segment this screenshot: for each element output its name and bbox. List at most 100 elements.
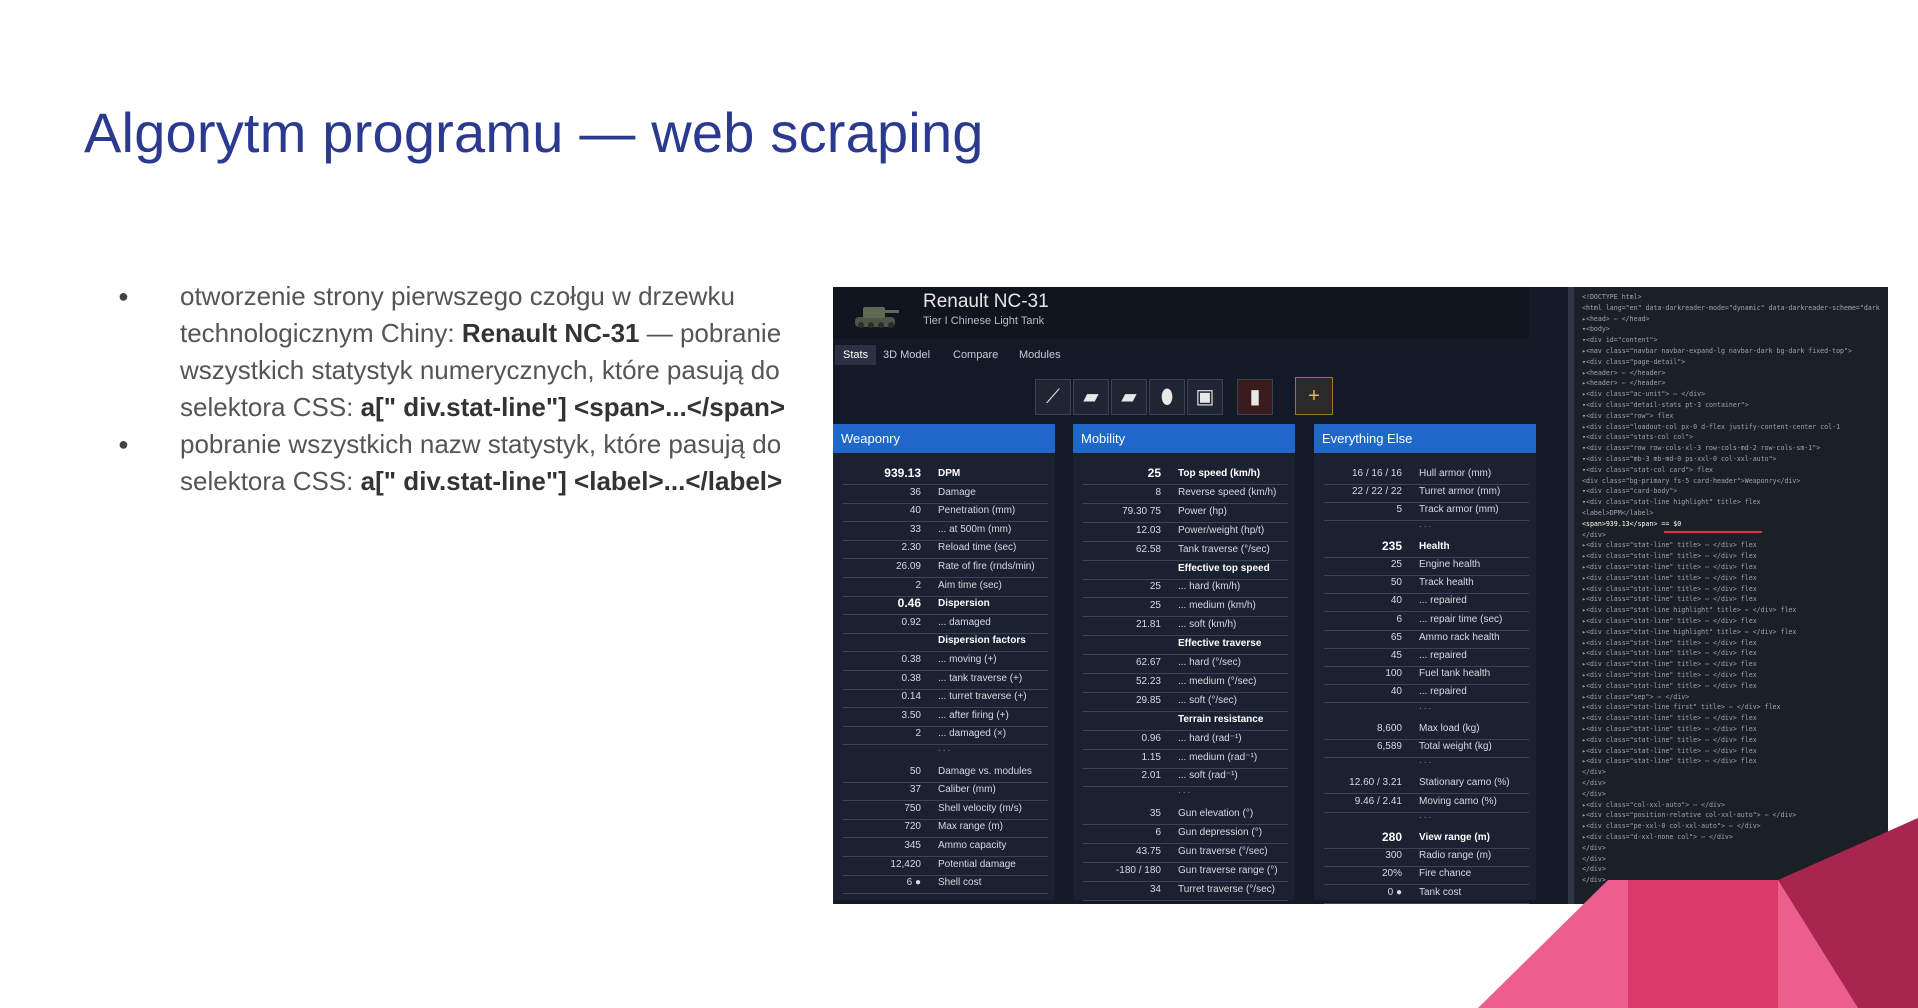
stat-label: Shell velocity (m/s) [938, 802, 1022, 814]
dom-tree-line[interactable]: </div> [1582, 790, 1606, 798]
stat-line: 26.09 Rate of fire (rnds/min) [843, 559, 1048, 578]
dom-tree-line[interactable]: ▸<div class="stat-line highlight" title>… [1582, 628, 1796, 636]
tab-3d-model[interactable]: 3D Model [875, 345, 938, 365]
stat-value: 43.75 [1135, 846, 1161, 857]
stat-separator: ... [843, 743, 1048, 763]
dom-tree-line[interactable]: ▾<div class="page-detail"> [1582, 358, 1685, 366]
stat-label: ... hard (°/sec) [1178, 657, 1241, 668]
stat-label: ... [938, 743, 953, 754]
dom-tree-line[interactable]: ▾<div class="row"> flex [1582, 412, 1673, 420]
stat-value: 8 [1155, 486, 1161, 498]
dom-tree-line[interactable]: ▸<div class="stat-line" title> ⋯ </div> … [1582, 671, 1757, 679]
dom-tree-line[interactable]: ▸<div class="stat-line" title> ⋯ </div> … [1582, 714, 1757, 722]
tab-stats[interactable]: Stats [835, 345, 877, 365]
stat-line: -180 / 180 Gun traverse range (°) [1083, 863, 1288, 882]
shell-he-icon[interactable]: ⬮ [1149, 379, 1185, 415]
stat-value: 235 [1381, 538, 1402, 553]
stat-value: 21.81 [1135, 619, 1161, 631]
stat-label: Potential damage [938, 858, 1016, 870]
dom-tree-line[interactable]: ▸<div class="stat-line first" title> ⋯ <… [1582, 703, 1781, 711]
dom-tree-line[interactable]: ▸<head> ⋯ </head> [1582, 315, 1650, 323]
ap-ammo-icon[interactable]: ▮ [1237, 379, 1273, 415]
dom-tree-line[interactable]: ▸<div class="stat-line" title> ⋯ </div> … [1582, 617, 1757, 625]
tab-bar: Stats 3D Model Compare Modules [833, 342, 1573, 368]
stat-label: Health [1419, 540, 1450, 552]
dom-tree-line[interactable]: <label>DPM</label> [1582, 509, 1653, 517]
dom-tree-line[interactable]: ▸<div class="stat-line" title> ⋯ </div> … [1582, 747, 1757, 755]
dom-tree-line[interactable]: ▸<div class="stat-line" title> ⋯ </div> … [1582, 563, 1757, 571]
dom-tree-line[interactable]: ▾<div class="row row-cols-xl-3 row-cols-… [1582, 444, 1820, 452]
stat-line: Effective traverse [1083, 636, 1288, 656]
tab-modules[interactable]: Modules [1011, 345, 1069, 365]
stat-label: Dispersion [938, 598, 990, 610]
dom-tree-line[interactable]: </div> [1582, 531, 1606, 539]
stat-value: 1.15 [1141, 751, 1161, 763]
stat-value: 8,600 [1376, 722, 1402, 734]
stat-line: 25 ... hard (km/h) [1083, 579, 1288, 599]
dom-tree-line[interactable]: ▸<div class="stat-line" title> ⋯ </div> … [1582, 541, 1757, 549]
dom-tree-line[interactable]: ▸<div class="stat-line" title> ⋯ </div> … [1582, 660, 1757, 668]
dom-tree-line[interactable]: ▸<div class="stat-line" title> ⋯ </div> … [1582, 649, 1757, 657]
dom-tree-line[interactable]: ▸<div class="stat-line" title> ⋯ </div> … [1582, 682, 1757, 690]
stat-label: Damage vs. modules [938, 765, 1032, 777]
stat-line: 29.85 ... soft (°/sec) [1083, 693, 1288, 712]
dom-tree-line[interactable]: <html lang="en" data-darkreader-mode="dy… [1582, 304, 1880, 312]
deco-red-shape [1628, 880, 1778, 1008]
dom-tree-line[interactable]: ▸<div class="stat-line" title> ⋯ </div> … [1582, 552, 1757, 560]
stat-label: Track armor (mm) [1419, 504, 1499, 516]
dom-tree-line[interactable]: ▾<div class="mb-3 mb-md-0 ps-xxl-0 col-x… [1582, 455, 1777, 463]
stat-line: 25 ... medium (km/h) [1083, 598, 1288, 618]
shell-ap-icon[interactable]: ▰ [1073, 379, 1109, 415]
tab-compare[interactable]: Compare [945, 345, 1006, 365]
dom-tree-line[interactable]: <div class="bg-primary fs-5 card-header"… [1582, 477, 1800, 485]
shell-apcr-icon[interactable]: ▰ [1111, 379, 1147, 415]
dom-tree-line[interactable]: ▸<div class="col-xxl-auto"> ⋯ </div> [1582, 801, 1725, 809]
stat-line: 6 ● Shell cost [843, 875, 1048, 895]
dom-tree-line[interactable]: ▸<div class="stat-line" title> ⋯ </div> … [1582, 585, 1757, 593]
dom-tree-line[interactable]: ▸<div class="sep"> ⋯ </div> [1582, 693, 1689, 701]
dom-tree-line[interactable]: ▾<div class="detail-stats pt-3 container… [1582, 401, 1749, 409]
stat-value: 16 / 16 / 16 [1351, 468, 1402, 479]
consumable-icon[interactable]: ▣ [1187, 379, 1223, 415]
dom-tree-line[interactable]: ▸<nav class="navbar navbar-expand-lg nav… [1582, 347, 1852, 355]
dom-tree-line[interactable]: ▸<div class="stat-line" title> ⋯ </div> … [1582, 595, 1757, 603]
dom-tree-line[interactable]: ▸<div class="stat-line" title> ⋯ </div> … [1582, 639, 1757, 647]
dom-tree-line[interactable]: ▾<div class="stat-line highlight" title>… [1582, 498, 1761, 506]
dom-tree-line[interactable]: ▾<div class="stats-col col"> [1582, 433, 1693, 441]
bullet-item-2: pobranie wszystkich nazw statystyk, któr… [118, 426, 808, 500]
stat-value: 0.38 [901, 672, 921, 684]
stat-line: 0.96 ... hard (rad⁻¹) [1083, 731, 1288, 750]
dom-tree-line[interactable]: ▸<div class="stat-line" title> ⋯ </div> … [1582, 736, 1757, 744]
stat-line: 0.46 Dispersion [843, 596, 1048, 616]
dom-tree-line[interactable]: ▾<div class="card-body"> [1582, 487, 1677, 495]
dom-tree-line[interactable]: ▸<div class="stat-line" title> ⋯ </div> … [1582, 725, 1757, 733]
stat-label: ... damaged [938, 616, 991, 628]
dom-tree-line[interactable]: <!DOCTYPE html> [1582, 293, 1642, 301]
dom-tree-line[interactable]: ▸<div class="stat-line" title> ⋯ </div> … [1582, 757, 1757, 765]
dom-tree-line[interactable]: ▾<body> [1582, 325, 1610, 333]
add-equipment-button[interactable]: + [1295, 377, 1333, 415]
dom-tree-line[interactable]: ▸<div class="stat-line" title> ⋯ </div> … [1582, 574, 1757, 582]
dom-tree-line[interactable]: ▸<header> ⋯ </header> [1582, 379, 1665, 387]
stat-line: 45 ... repaired [1324, 648, 1529, 667]
dom-tree-line[interactable]: ▸<div class="stat-line highlight" title>… [1582, 606, 1796, 614]
stat-line: 22 / 22 / 22 Turret armor (mm) [1324, 484, 1529, 504]
dom-tree-line[interactable]: ▸<div class="loadout-col px-0 d-flex jus… [1582, 423, 1840, 431]
stat-label: Gun depression (°) [1178, 827, 1263, 839]
dom-tree-line[interactable]: ▸<div class="ac-unit"> ⋯ </div> [1582, 390, 1705, 398]
stat-line: 8 Reverse speed (km/h) [1083, 485, 1288, 504]
stat-value: 6,589 [1376, 741, 1402, 752]
stat-value: 12.03 [1135, 524, 1161, 536]
stat-line: 50 Damage vs. modules [843, 764, 1048, 783]
dom-tree-line[interactable]: ▸<header> ⋯ </header> [1582, 369, 1665, 377]
dom-tree-line[interactable]: ▾<div class="stat-col card"> flex [1582, 466, 1713, 474]
dom-tree-line[interactable]: </div> [1582, 768, 1606, 776]
gun-icon[interactable]: ⟋ [1035, 379, 1071, 415]
stat-value: 2.01 [1141, 770, 1161, 782]
slide-title: Algorytm programu — web scraping [84, 101, 984, 164]
dom-tree-line[interactable]: ▾<div id="content"> [1582, 336, 1657, 344]
stat-label: Aim time (sec) [938, 579, 1002, 591]
stat-value: 50 [909, 765, 921, 777]
dom-tree-line[interactable]: <span>939.13</span> == $0 [1582, 520, 1681, 528]
dom-tree-line[interactable]: </div> [1582, 779, 1606, 787]
